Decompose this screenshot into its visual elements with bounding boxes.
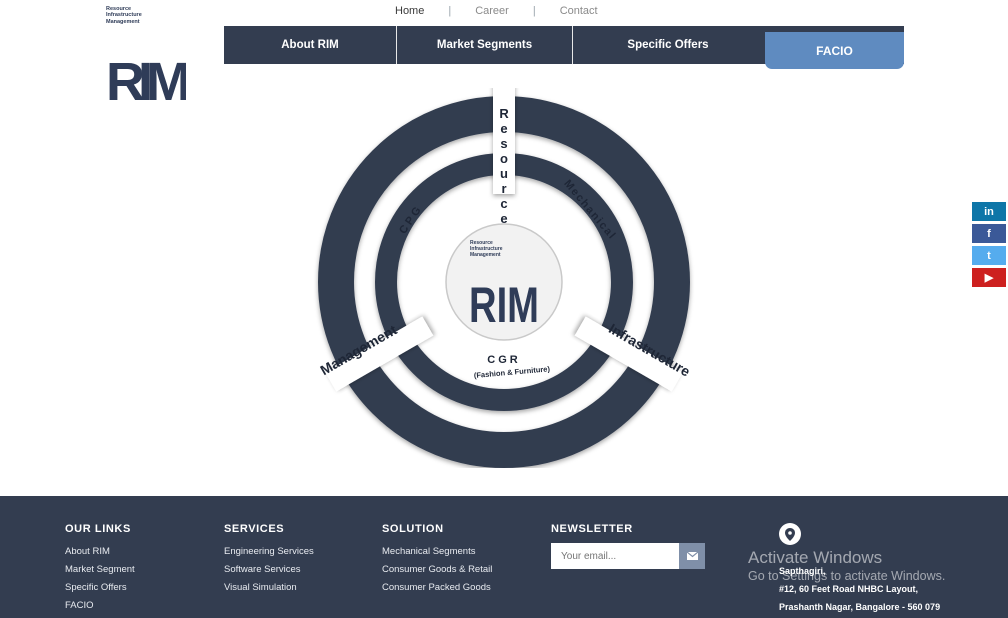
footer-link[interactable]: Specific Offers xyxy=(65,579,135,597)
top-links: Home | Career | Contact xyxy=(395,5,598,17)
footer-link[interactable]: Consumer Goods & Retail xyxy=(382,561,492,579)
windows-activation-watermark: Activate Windows Go to Settings to activ… xyxy=(748,548,945,583)
footer-our-links: OUR LINKS About RIM Market Segment Speci… xyxy=(65,523,135,615)
watermark-title: Activate Windows xyxy=(748,548,883,567)
footer-link[interactable]: Visual Simulation xyxy=(224,579,314,597)
youtube-icon[interactable]: ▶ xyxy=(972,268,1006,287)
envelope-icon xyxy=(686,552,698,560)
rim-diagram: Resource Infrastructure Management CPG M… xyxy=(317,88,693,468)
footer-link[interactable]: Market Segment xyxy=(65,561,135,579)
center-logo-mark: RIM xyxy=(469,277,539,333)
top-link-career[interactable]: Career xyxy=(475,5,509,17)
center-tagline-line: Management xyxy=(470,252,501,258)
footer-link[interactable]: Consumer Packed Goods xyxy=(382,579,492,597)
footer-heading: OUR LINKS xyxy=(65,523,131,535)
footer-link[interactable]: Mechanical Segments xyxy=(382,543,492,561)
social-bar: in f t ▶ xyxy=(972,202,1006,290)
facebook-icon[interactable]: f xyxy=(972,224,1006,243)
logo-tagline-line: Management xyxy=(106,18,140,25)
top-links-separator: | xyxy=(532,5,536,17)
inner-label-cgr: CGR xyxy=(487,354,520,366)
footer-link[interactable]: Engineering Services xyxy=(224,543,314,561)
footer-link[interactable]: Software Services xyxy=(224,561,314,579)
newsletter-email-input[interactable] xyxy=(551,543,679,569)
twitter-icon[interactable]: t xyxy=(972,246,1006,265)
footer-heading: SERVICES xyxy=(224,523,285,535)
nav-item-specific-offers[interactable]: Specific Offers xyxy=(573,26,763,64)
watermark-subtitle: Go to Settings to activate Windows. xyxy=(748,569,946,583)
logo-mark-text: RIM xyxy=(106,54,186,102)
nav-item-facio[interactable]: FACIO xyxy=(765,32,904,69)
top-link-contact[interactable]: Contact xyxy=(560,5,598,17)
footer-link[interactable]: FACIO xyxy=(65,597,135,615)
footer-services: SERVICES Engineering Services Software S… xyxy=(224,523,314,597)
address-line: Prashanth Nagar, Bangalore - 560 079 xyxy=(779,602,941,612)
linkedin-icon[interactable]: in xyxy=(972,202,1006,221)
logo-tagline: Resource Infrastructure Management xyxy=(106,6,196,25)
nav-item-about-rim[interactable]: About RIM xyxy=(224,26,397,64)
inner-label-cgr-sub: (Fashion & Furniture) xyxy=(474,364,551,380)
footer-newsletter: NEWSLETTER xyxy=(551,523,705,569)
location-pin-icon xyxy=(779,523,801,545)
top-links-separator: | xyxy=(448,5,452,17)
newsletter-form xyxy=(551,543,705,569)
footer-solution: SOLUTION Mechanical Segments Consumer Go… xyxy=(382,523,492,597)
footer-heading: NEWSLETTER xyxy=(551,523,633,535)
newsletter-submit-button[interactable] xyxy=(679,543,705,569)
nav-item-market-segments[interactable]: Market Segments xyxy=(397,26,573,64)
site-logo[interactable]: Resource Infrastructure Management RIM xyxy=(106,6,196,102)
logo-mark: RIM xyxy=(106,54,186,102)
footer: OUR LINKS About RIM Market Segment Speci… xyxy=(0,496,1008,618)
footer-link[interactable]: About RIM xyxy=(65,543,135,561)
footer-heading: SOLUTION xyxy=(382,523,444,535)
top-link-home[interactable]: Home xyxy=(395,5,424,17)
